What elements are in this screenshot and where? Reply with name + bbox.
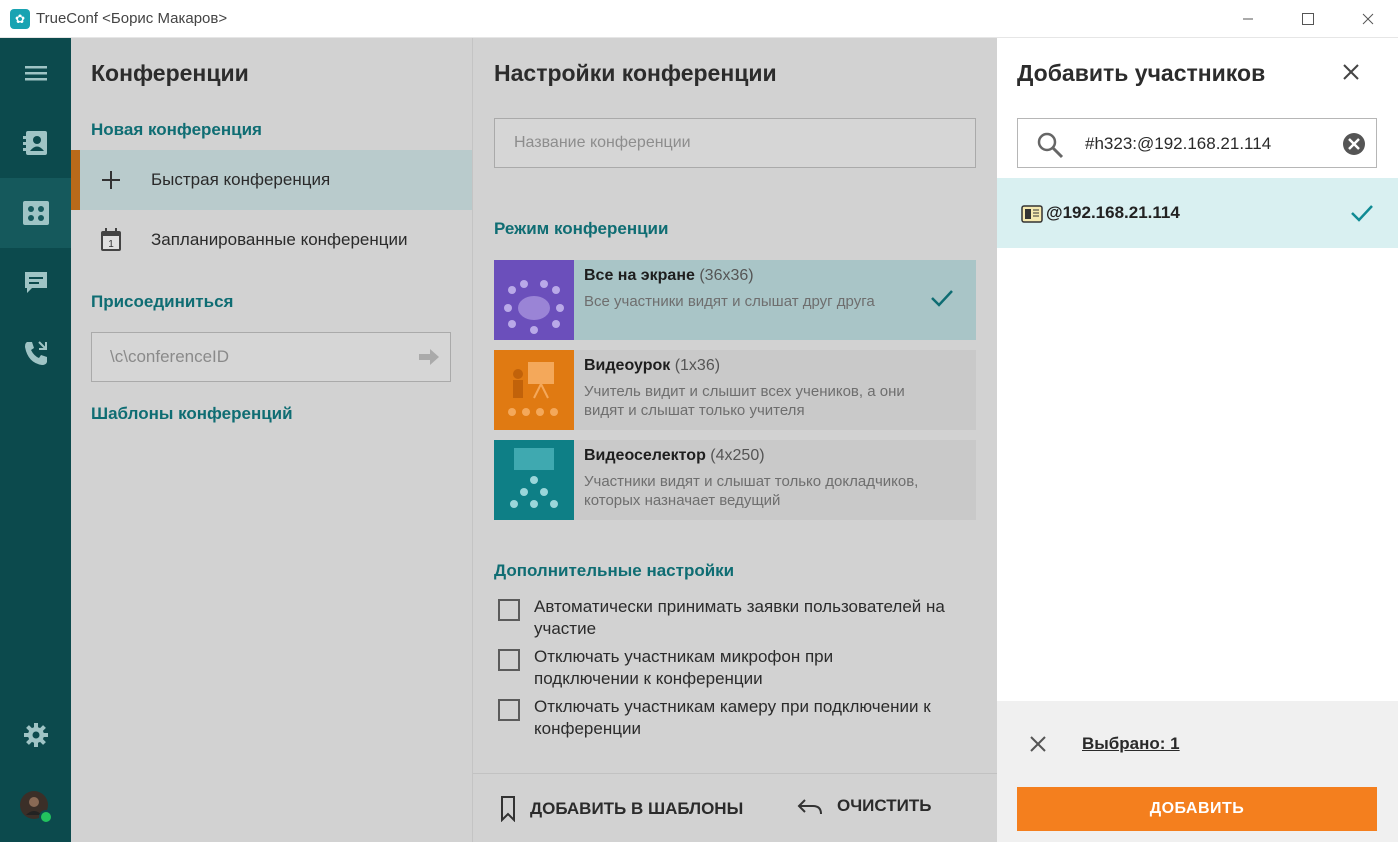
mode-description: Учитель видит и слышит всех учеников, а … xyxy=(584,383,905,419)
result-selected-check xyxy=(1350,203,1374,228)
online-status-icon xyxy=(38,810,53,824)
new-conference-header: Новая конференция xyxy=(91,120,262,139)
search-value: #h323:@192.168.21.114 xyxy=(1085,134,1272,153)
mode-video-selector[interactable]: Видеоселектор (4x250) Участники видят и … xyxy=(494,440,976,520)
conference-mode-header: Режим конференции xyxy=(494,219,669,238)
profile-avatar[interactable] xyxy=(0,772,71,842)
clear-search-button[interactable] xyxy=(1342,132,1366,161)
calendar-icon: 1 xyxy=(101,228,121,251)
quick-conference-label: Быстрая конференция xyxy=(151,170,331,189)
menu-button[interactable] xyxy=(0,38,71,108)
all-on-screen-illustration-icon xyxy=(494,260,574,340)
calls-button[interactable] xyxy=(0,318,71,388)
checkmark-icon xyxy=(931,290,953,307)
add-to-templates-label: ДОБАВИТЬ В ШАБЛОНЫ xyxy=(530,799,744,818)
phone-incoming-icon xyxy=(24,341,47,365)
conferences-panel: Конференции Новая конференция Быстрая ко… xyxy=(71,38,472,842)
address-book-icon xyxy=(22,131,47,155)
close-icon xyxy=(1343,64,1359,80)
conferences-title: Конференции xyxy=(91,60,249,86)
conferences-button[interactable] xyxy=(0,178,71,248)
selected-check xyxy=(930,288,954,313)
add-participants-close-button[interactable] xyxy=(1343,64,1359,85)
bookmark-icon xyxy=(501,796,515,822)
join-arrow-button[interactable] xyxy=(418,347,440,372)
conference-settings-panel: Настройки конференции Название конференц… xyxy=(472,38,998,842)
clear-circle-icon xyxy=(1343,133,1365,155)
window-close-button[interactable] xyxy=(1338,0,1398,38)
settings-footer: ДОБАВИТЬ В ШАБЛОНЫ ОЧИСТИТЬ xyxy=(473,773,998,842)
search-icon xyxy=(1036,131,1064,164)
minimize-button[interactable] xyxy=(1218,0,1278,38)
conference-name-input[interactable]: Название конференции xyxy=(494,118,976,168)
close-icon xyxy=(1030,736,1046,752)
chats-button[interactable] xyxy=(0,248,71,318)
add-participants-panel: Добавить участников #h323:@192.168.21.11… xyxy=(997,38,1398,842)
mute-mic-checkbox[interactable] xyxy=(498,649,520,671)
gear-icon xyxy=(23,723,48,747)
scheduled-conferences-item[interactable]: 1 Запланированные конференции xyxy=(71,210,472,270)
mode-description: Участники видят и слышат только докладчи… xyxy=(584,473,919,509)
add-participants-title: Добавить участников xyxy=(1017,60,1266,86)
result-address: @192.168.21.114 xyxy=(1046,203,1180,222)
minimize-icon xyxy=(1243,18,1253,20)
trueconf-logo-icon: ✿ xyxy=(10,9,30,29)
conference-templates-link[interactable]: Шаблоны конференций xyxy=(91,404,293,424)
mute-mic-label: Отключать участникам микрофон при подклю… xyxy=(534,647,834,688)
mode-title: Видеоурок (1x36) xyxy=(584,357,721,374)
join-header: Присоединиться xyxy=(91,292,234,311)
mode-title: Видеоселектор (4x250) xyxy=(584,447,765,464)
video-lesson-illustration-icon xyxy=(494,350,574,430)
undo-icon xyxy=(797,799,822,815)
close-icon xyxy=(1362,13,1374,25)
window-title: TrueConf <Борис Макаров> xyxy=(36,10,228,27)
plus-icon xyxy=(102,171,120,189)
clear-button[interactable]: ОЧИСТИТЬ xyxy=(797,796,931,816)
settings-title: Настройки конференции xyxy=(494,60,777,86)
disable-camera-label: Отключать участникам камеру при подключе… xyxy=(534,697,931,738)
disable-camera-checkbox[interactable] xyxy=(498,699,520,721)
add-to-templates-button[interactable]: ДОБАВИТЬ В ШАБЛОНЫ xyxy=(500,796,743,822)
conference-name-placeholder: Название конференции xyxy=(514,134,691,151)
conference-id-placeholder: \c\conferenceID xyxy=(110,347,230,366)
clear-selection-button[interactable] xyxy=(1030,736,1046,757)
auto-accept-label: Автоматически принимать заявки пользоват… xyxy=(534,597,945,638)
settings-button[interactable] xyxy=(0,700,71,770)
chat-icon xyxy=(24,272,47,293)
mode-description: Все участники видят и слышат друг друга xyxy=(584,293,875,310)
avatar xyxy=(19,791,53,824)
add-button[interactable]: ДОБАВИТЬ xyxy=(1017,787,1377,831)
title-bar: ✿ TrueConf <Борис Макаров> xyxy=(0,0,1398,38)
add-participants-footer: Выбрано: 1 ДОБАВИТЬ xyxy=(997,701,1398,842)
arrow-right-icon xyxy=(419,349,439,365)
video-selector-illustration-icon xyxy=(494,440,574,520)
conference-id-input[interactable]: \c\conferenceID xyxy=(91,332,451,382)
mode-video-lesson[interactable]: Видеоурок (1x36) Учитель видит и слышит … xyxy=(494,350,976,430)
contacts-button[interactable] xyxy=(0,108,71,178)
nav-rail xyxy=(0,38,71,842)
clear-label: ОЧИСТИТЬ xyxy=(837,796,932,815)
checkmark-icon xyxy=(1351,205,1373,222)
selected-count-link[interactable]: Выбрано: 1 xyxy=(1082,734,1180,754)
scheduled-conferences-label: Запланированные конференции xyxy=(151,230,408,249)
participant-search-input[interactable]: #h323:@192.168.21.114 xyxy=(1017,118,1377,168)
auto-accept-checkbox[interactable] xyxy=(498,599,520,621)
svg-text:1: 1 xyxy=(108,239,114,250)
mode-all-on-screen[interactable]: Все на экране (36x36) Все участники видя… xyxy=(494,260,976,340)
h323-terminal-icon xyxy=(1021,204,1043,229)
search-result-item[interactable]: @192.168.21.114 xyxy=(997,178,1398,248)
maximize-icon xyxy=(1302,13,1314,25)
hamburger-icon xyxy=(24,66,47,81)
mode-title: Все на экране (36x36) xyxy=(584,267,754,284)
additional-settings-header: Дополнительные настройки xyxy=(494,561,735,580)
quick-conference-item[interactable]: Быстрая конференция xyxy=(71,150,472,210)
conference-icon xyxy=(22,201,49,225)
maximize-button[interactable] xyxy=(1278,0,1338,38)
